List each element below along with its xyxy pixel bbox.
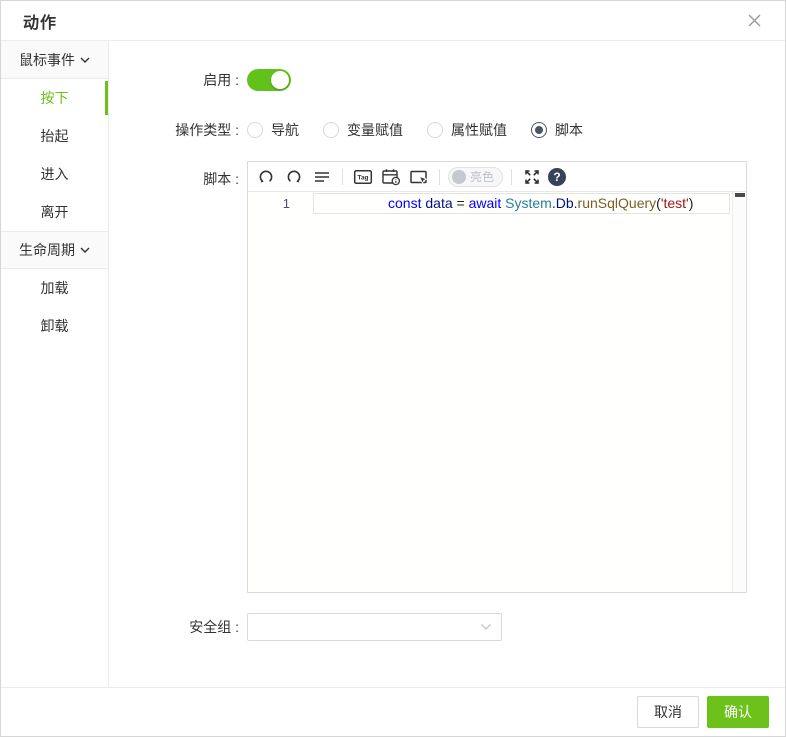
page-title: 动作	[23, 14, 58, 32]
code-area[interactable]: 1 const data = await System.Db.runSqlQue…	[248, 192, 746, 592]
action-type-row: 操作类型 : 导航 变量赋值 属性赋值 脚本	[109, 119, 785, 141]
sidebar-group-label: 鼠标事件	[19, 51, 75, 68]
sidebar-item-leave[interactable]: 离开	[1, 193, 108, 231]
action-type-radio-group: 导航 变量赋值 属性赋值 脚本	[247, 120, 583, 140]
close-icon[interactable]	[745, 12, 763, 30]
security-group-select[interactable]	[247, 613, 502, 641]
editor-toolbar: Tag 亮色 ?	[248, 162, 746, 192]
sidebar-item-label: 进入	[40, 166, 69, 182]
toolbar-divider	[342, 168, 343, 185]
radio-icon	[323, 122, 339, 138]
active-indicator	[105, 81, 108, 115]
ruler-cursor-mark	[735, 193, 745, 197]
confirm-button[interactable]: 确认	[707, 696, 769, 728]
security-group-row: 安全组 :	[109, 613, 785, 641]
sidebar-group-lifecycle[interactable]: 生命周期	[1, 231, 108, 269]
code-line: const data = await System.Db.runSqlQuery…	[388, 195, 694, 211]
svg-text:Tag: Tag	[357, 174, 368, 181]
dialog-header: 动作	[1, 1, 785, 41]
undo-icon[interactable]	[254, 165, 278, 189]
radio-icon	[247, 122, 263, 138]
radio-label: 属性赋值	[451, 122, 507, 138]
light-theme-label: 亮色	[470, 170, 495, 184]
sidebar-item-press[interactable]: 按下	[1, 79, 108, 117]
redo-icon[interactable]	[282, 165, 306, 189]
sidebar: 鼠标事件 按下 抬起 进入 离开 生命周期 加载 卸载	[1, 41, 109, 687]
radio-variable-assign[interactable]: 变量赋值	[323, 120, 403, 140]
sidebar-item-load[interactable]: 加载	[1, 269, 108, 307]
chevron-down-icon	[80, 247, 90, 253]
sidebar-item-label: 按下	[40, 90, 69, 106]
help-icon[interactable]: ?	[548, 167, 567, 186]
sidebar-item-enter[interactable]: 进入	[1, 155, 108, 193]
toolbar-divider	[439, 168, 440, 185]
chevron-down-icon	[481, 624, 491, 630]
action-dialog: 动作 鼠标事件 按下 抬起 进入 离开 生命周期 加载 卸载 启用: 操作类型…	[0, 0, 786, 737]
tag-icon[interactable]: Tag	[351, 165, 375, 189]
action-type-label: 操作类型 :	[175, 122, 239, 138]
sidebar-item-label: 离开	[40, 204, 69, 220]
enable-row: 启用 :	[109, 69, 785, 91]
security-group-label: 安全组 :	[189, 619, 239, 635]
toolbar-divider	[511, 168, 513, 185]
radio-label: 脚本	[555, 122, 583, 138]
code-editor: Tag 亮色 ? 1 const data = await System.Db.…	[247, 161, 747, 593]
line-number-gutter: 1	[248, 192, 312, 213]
line-number: 1	[282, 196, 290, 211]
radio-property-assign[interactable]: 属性赋值	[427, 120, 507, 140]
radio-navigate[interactable]: 导航	[247, 120, 299, 140]
sidebar-item-label: 抬起	[40, 128, 69, 144]
radio-icon	[531, 122, 547, 138]
sidebar-item-unload[interactable]: 卸载	[1, 307, 108, 345]
chevron-down-icon	[80, 57, 90, 63]
radio-label: 导航	[271, 122, 299, 138]
format-code-icon[interactable]	[310, 165, 334, 189]
radio-script[interactable]: 脚本	[531, 120, 583, 140]
cancel-button[interactable]: 取消	[637, 696, 699, 728]
script-row: 脚本 : Tag 亮色 ? 1 const data = await Syste…	[109, 161, 785, 593]
enable-label: 启用 :	[203, 72, 239, 88]
toggle-knob	[271, 71, 289, 89]
dialog-body: 鼠标事件 按下 抬起 进入 离开 生命周期 加载 卸载 启用: 操作类型: …	[1, 41, 785, 687]
dialog-footer: 取消 确认	[1, 687, 785, 736]
enable-toggle[interactable]	[247, 69, 291, 91]
radio-label: 变量赋值	[347, 122, 403, 138]
overview-ruler[interactable]	[732, 192, 746, 592]
help-glyph: ?	[553, 169, 561, 184]
sidebar-item-label: 加载	[40, 280, 69, 296]
fullscreen-expand-icon[interactable]	[520, 165, 544, 189]
current-line-highlight: const data = await System.Db.runSqlQuery…	[313, 193, 730, 214]
calendar-info-icon[interactable]	[379, 165, 403, 189]
insert-component-icon[interactable]	[407, 165, 431, 189]
radio-icon	[427, 122, 443, 138]
light-theme-toggle[interactable]: 亮色	[448, 166, 504, 187]
script-label: 脚本 :	[203, 171, 239, 187]
code-surface: const data = await System.Db.runSqlQuery…	[313, 193, 730, 214]
sidebar-group-label: 生命周期	[19, 242, 75, 258]
sidebar-group-mouse-events[interactable]: 鼠标事件	[1, 41, 108, 79]
sidebar-item-label: 卸载	[40, 318, 69, 334]
sidebar-item-release[interactable]: 抬起	[1, 117, 108, 155]
toggle-knob	[452, 169, 466, 184]
main-content: 启用 : 操作类型 : 导航 变量赋值 属性赋值 脚本 脚本: Tag 亮色 …	[109, 41, 785, 687]
